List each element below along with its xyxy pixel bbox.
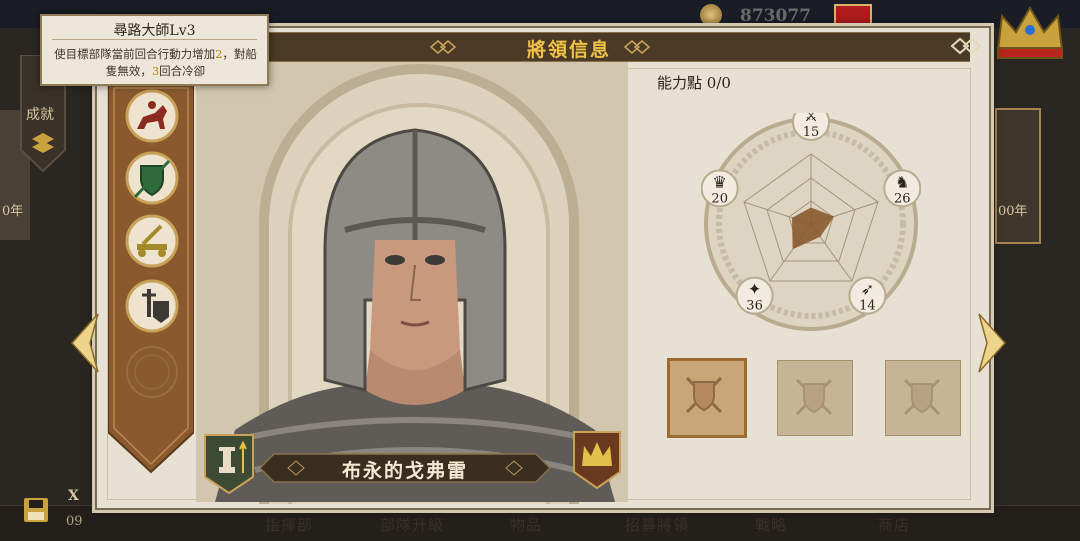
counter-label: X bbox=[68, 488, 79, 504]
shield-skill-icon[interactable] bbox=[125, 151, 179, 205]
crown-badge-icon[interactable] bbox=[572, 430, 622, 490]
tab-headquarters[interactable]: 指揮部 bbox=[265, 514, 313, 535]
siege-skill-icon[interactable] bbox=[125, 214, 179, 268]
cavalry-skill-icon[interactable] bbox=[125, 89, 179, 143]
tab-items[interactable]: 物品 bbox=[510, 514, 542, 535]
flag-icon bbox=[834, 4, 872, 28]
shield-swords-icon bbox=[685, 376, 723, 414]
gold-value: 873077 bbox=[740, 6, 811, 26]
gold-coin-icon bbox=[700, 4, 722, 26]
knight-icon: ♞ bbox=[895, 172, 909, 191]
right-year-fragment: 00年 bbox=[998, 204, 1028, 219]
tooltip-desc-suffix: 回合冷卻 bbox=[159, 64, 206, 78]
rook-unit-badge-icon[interactable] bbox=[203, 433, 255, 495]
stat-value: 20 bbox=[711, 191, 728, 206]
tab-strategy[interactable]: 戰略 bbox=[755, 514, 787, 535]
close-icon[interactable] bbox=[948, 36, 988, 56]
skill-tooltip: 尋路大師Lv3 使目標部隊當前回合行動力增加2，對船隻無效，3回合冷卻 bbox=[40, 14, 269, 86]
swords-icon: ⚔ bbox=[804, 113, 818, 125]
achievement-label: 成就 bbox=[26, 107, 54, 123]
eagle-icon: ✦ bbox=[748, 280, 761, 299]
shield-swords-icon bbox=[903, 378, 941, 416]
ability-points-label: 能力點 bbox=[657, 74, 703, 92]
stat-value: 14 bbox=[859, 299, 876, 314]
next-general-arrow-icon[interactable] bbox=[975, 312, 1009, 374]
ability-points: 能力點 0/0 bbox=[657, 72, 731, 93]
previous-general-arrow-icon[interactable] bbox=[68, 312, 102, 374]
tooltip-desc-prefix: 使目標部隊當前回合行動力增加 bbox=[54, 47, 216, 61]
right-background-card bbox=[995, 108, 1041, 244]
tooltip-description: 使目標部隊當前回合行動力增加2，對船隻無效，3回合冷卻 bbox=[50, 46, 261, 80]
ability-points-value: 0/0 bbox=[706, 74, 731, 92]
stat-value: 15 bbox=[803, 125, 820, 140]
counter-value: 09 bbox=[66, 514, 83, 529]
ability-radar-chart: ⚔15 ♞26 ➶14 ✦36 ♛20 bbox=[701, 113, 921, 331]
general-name: 布永的戈弗雷 bbox=[341, 460, 468, 482]
crown-icon: ♛ bbox=[713, 172, 727, 191]
locked-skill-icon bbox=[126, 346, 178, 398]
tab-unit-upgrade[interactable]: 部隊升級 bbox=[380, 514, 444, 535]
crown-icon[interactable] bbox=[990, 0, 1070, 64]
infantry-skill-icon[interactable] bbox=[125, 279, 179, 333]
tab-recruit-general[interactable]: 招募將領 bbox=[625, 514, 689, 535]
header-ornament-right-icon bbox=[624, 40, 650, 54]
panel-title: 將領信息 bbox=[526, 39, 611, 61]
bow-icon: ➶ bbox=[861, 280, 874, 299]
tooltip-divider bbox=[52, 39, 257, 40]
tab-shop[interactable]: 商店 bbox=[878, 514, 910, 535]
stat-value: 26 bbox=[894, 191, 911, 206]
left-year-fragment: 0年 bbox=[2, 204, 24, 219]
general-portrait bbox=[215, 128, 615, 502]
save-icon[interactable] bbox=[22, 496, 50, 524]
tooltip-title: 尋路大師Lv3 bbox=[113, 23, 196, 39]
stat-value: 36 bbox=[746, 299, 763, 314]
shield-swords-icon bbox=[795, 378, 833, 416]
panel-header: 將領信息 bbox=[168, 32, 970, 62]
